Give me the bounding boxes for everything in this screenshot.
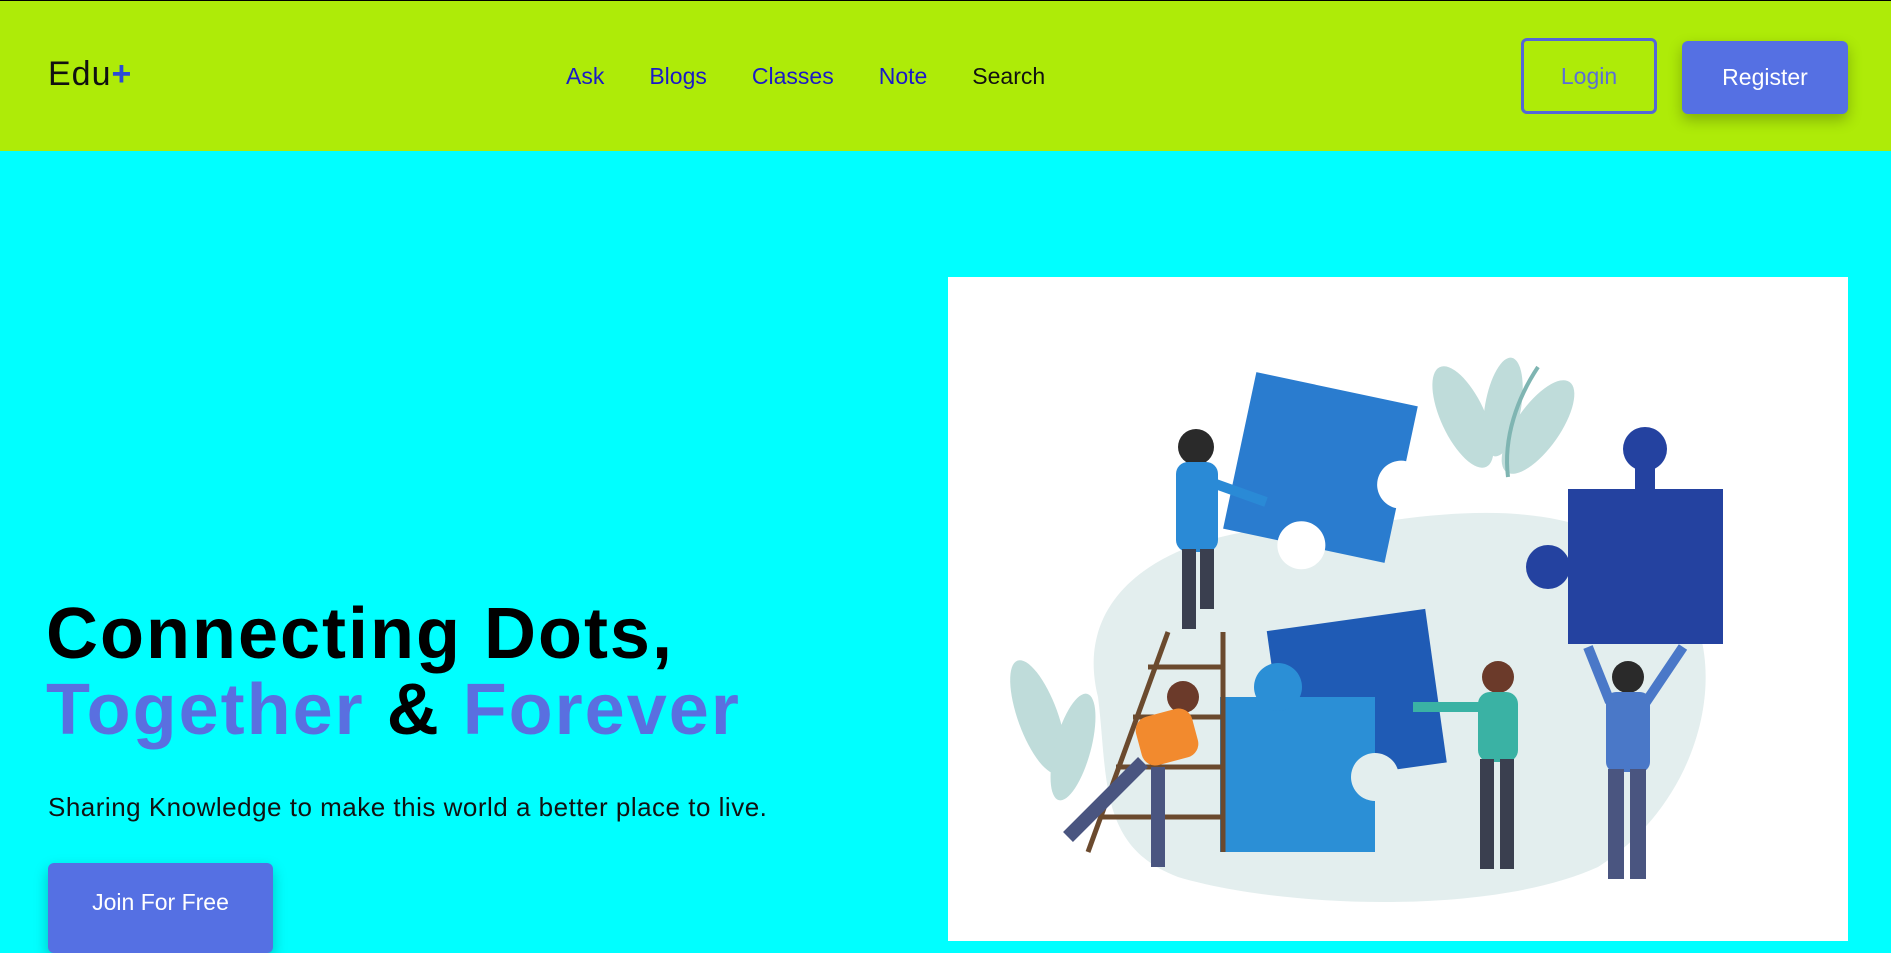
logo[interactable]: Edu+ <box>48 55 132 94</box>
navbar: Edu+ Ask Blogs Classes Note Search Login… <box>0 1 1891 151</box>
teamwork-puzzle-illustration <box>948 277 1848 941</box>
hero-title-ampersand: & <box>386 670 441 750</box>
puzzle-teamwork-icon <box>1010 357 1723 902</box>
register-button[interactable]: Register <box>1682 41 1848 114</box>
hero-subtitle: Sharing Knowledge to make this world a b… <box>48 792 768 822</box>
logo-text: Edu <box>48 55 112 93</box>
hero-title: Connecting Dots, Together & Forever <box>46 596 741 748</box>
main-nav: Ask Blogs Classes Note Search <box>566 63 1090 90</box>
login-button[interactable]: Login <box>1521 38 1657 114</box>
nav-link-blogs[interactable]: Blogs <box>649 63 707 90</box>
hero-title-together: Together <box>46 670 365 750</box>
nav-link-note[interactable]: Note <box>879 63 928 90</box>
nav-link-classes[interactable]: Classes <box>752 63 834 90</box>
logo-plus: + <box>111 55 133 93</box>
join-for-free-button[interactable]: Join For Free <box>48 863 273 953</box>
nav-link-ask[interactable]: Ask <box>566 63 604 90</box>
hero-title-line1: Connecting Dots, <box>46 594 674 674</box>
nav-link-search[interactable]: Search <box>972 63 1045 90</box>
hero-title-forever: Forever <box>462 670 741 750</box>
